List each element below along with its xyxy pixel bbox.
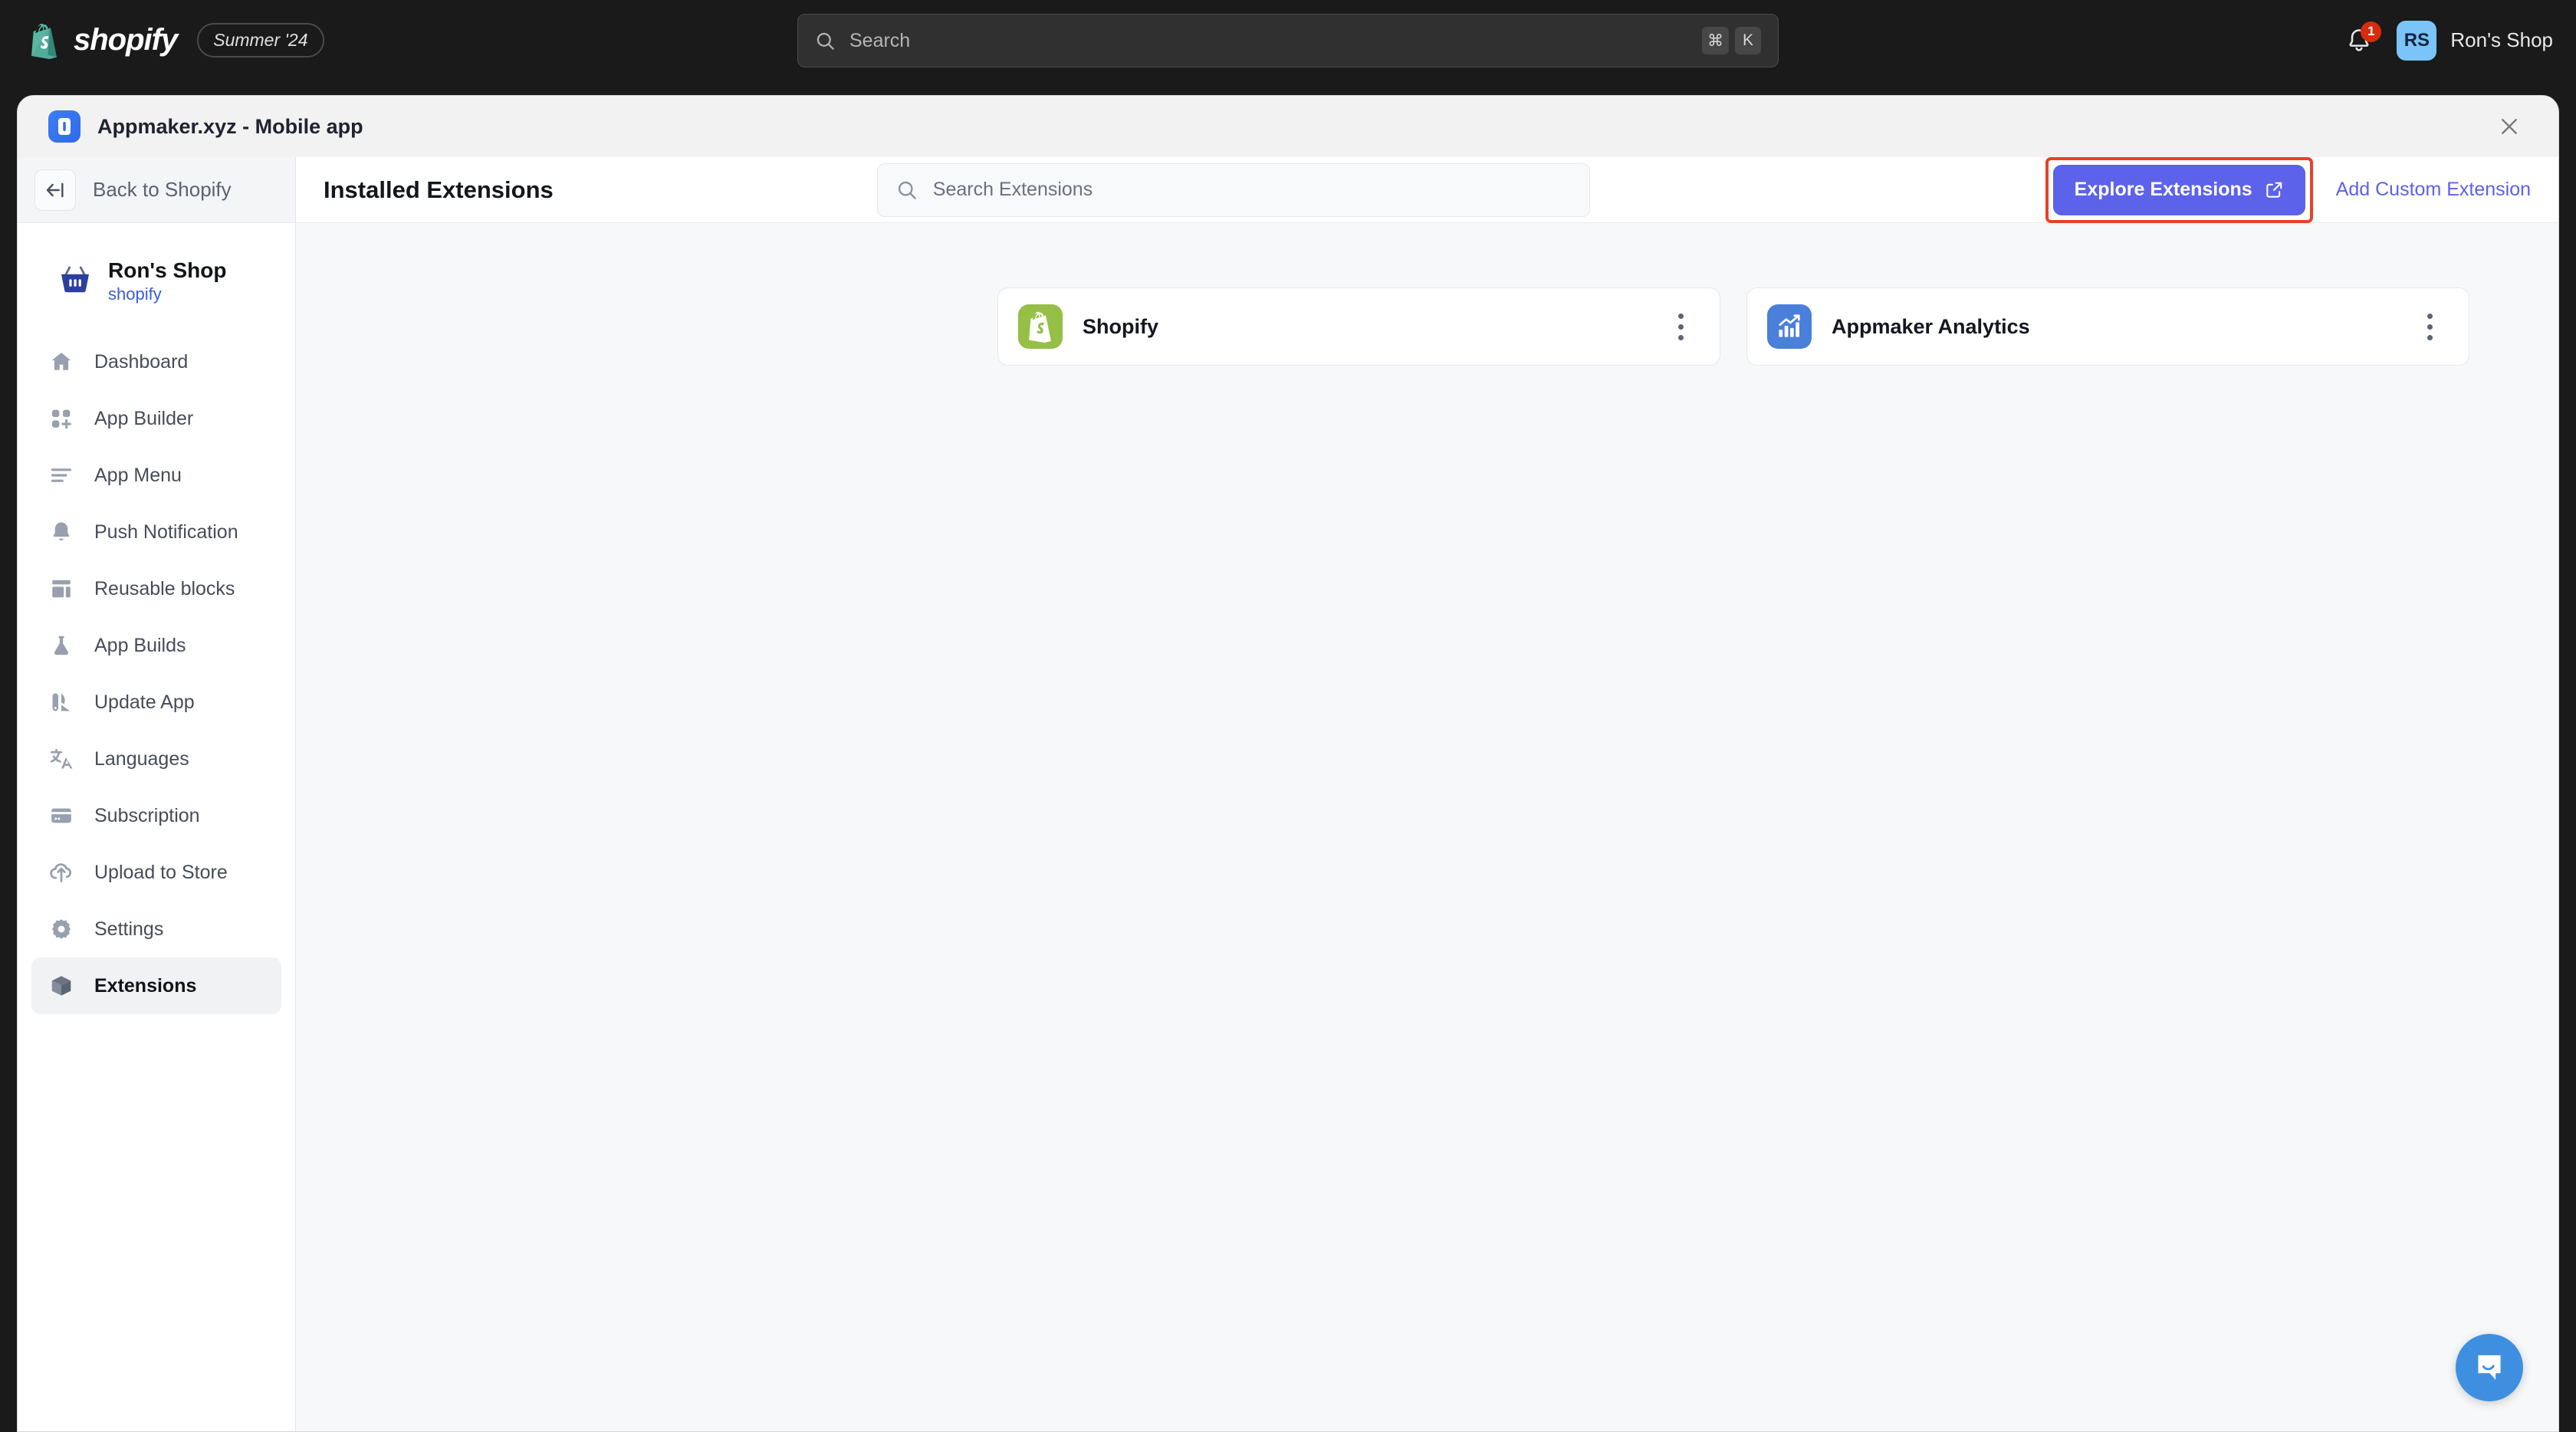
bell-icon [48, 519, 74, 545]
page-title: Installed Extensions [324, 176, 554, 203]
header-actions: Explore Extensions Add Custom Extension [2045, 156, 2531, 223]
extension-card[interactable]: Appmaker Analytics [1746, 287, 2469, 366]
gear-icon [48, 916, 74, 942]
shopify-wordmark: shopify [74, 23, 178, 57]
sidebar-item-label: App Builder [94, 407, 194, 429]
close-icon[interactable] [2494, 111, 2525, 142]
notifications-button[interactable]: 1 [2341, 21, 2382, 58]
grid-plus-icon [48, 406, 74, 432]
sidebar-item-label: App Menu [94, 464, 182, 486]
layout-blocks-icon [48, 576, 74, 602]
sidebar-item-label: Subscription [94, 804, 200, 826]
brand-area: shopify Summer '24 [28, 22, 324, 59]
content-header: Installed Extensions Search Extensions E… [296, 156, 2558, 223]
avatar: RS [2397, 20, 2437, 61]
update-app-icon [48, 689, 74, 715]
more-vertical-icon[interactable] [2417, 311, 2443, 342]
search-shortcut-keys: ⌘ K [1702, 27, 1761, 54]
store-header: Ron's Shop shopify [18, 223, 295, 329]
global-search-placeholder: Search [849, 29, 911, 51]
sidebar-item-upload-to-store[interactable]: Upload to Store [31, 844, 281, 901]
flask-icon [48, 632, 74, 659]
shopify-topbar: shopify Summer '24 Search ⌘ K 1 RS Ron's… [0, 0, 2576, 80]
sidebar-item-languages[interactable]: Languages [31, 731, 281, 787]
menu-lines-icon [48, 462, 74, 488]
app-modal-title: Appmaker.xyz - Mobile app [97, 114, 363, 138]
sidebar-item-dashboard[interactable]: Dashboard [31, 333, 281, 390]
store-platform-link[interactable]: shopify [108, 284, 226, 304]
cube-icon [48, 973, 74, 999]
translate-icon [48, 746, 74, 772]
shopping-basket-icon [58, 262, 93, 301]
home-icon [48, 349, 74, 375]
credit-card-icon [48, 803, 74, 829]
extension-name: Shopify [1083, 314, 1158, 338]
extension-card[interactable]: Shopify [997, 287, 1720, 366]
sidebar-item-label: Settings [94, 918, 164, 940]
sidebar-item-label: Extensions [94, 974, 197, 997]
sidebar-item-extensions[interactable]: Extensions [31, 957, 281, 1014]
sidebar-item-label: Push Notification [94, 521, 238, 543]
sidebar-item-label: Languages [94, 747, 189, 770]
chat-launcher-button[interactable] [2456, 1334, 2523, 1401]
shopify-logo[interactable]: shopify [28, 22, 178, 59]
extensions-list: Shopify Appmaker Analytics [296, 223, 2558, 366]
global-search-input[interactable]: Search ⌘ K [797, 14, 1779, 67]
arrow-left-to-bar-icon[interactable] [34, 169, 76, 211]
sidebar-item-app-menu[interactable]: App Menu [31, 447, 281, 504]
season-badge: Summer '24 [197, 23, 324, 57]
user-menu-button[interactable]: RS Ron's Shop [2397, 20, 2553, 61]
store-name: Ron's Shop [108, 258, 227, 282]
sidebar-item-app-builds[interactable]: App Builds [31, 617, 281, 674]
appmaker-app-icon [48, 110, 80, 143]
search-extensions-placeholder: Search Extensions [932, 179, 1093, 200]
search-icon [898, 181, 916, 199]
search-icon [816, 32, 834, 50]
explore-extensions-button[interactable]: Explore Extensions [2052, 164, 2305, 215]
sidebar-item-settings[interactable]: Settings [31, 901, 281, 957]
bar-chart-icon [1767, 304, 1812, 349]
app-modal-body: Back to Shopify Ron's Shop shopify Dashb… [18, 156, 2558, 1431]
back-to-shopify-row[interactable]: Back to Shopify [18, 157, 295, 223]
cloud-upload-icon [48, 859, 74, 885]
sidebar-item-push-notification[interactable]: Push Notification [31, 504, 281, 560]
sidebar-item-label: App Builds [94, 634, 186, 656]
sidebar: Back to Shopify Ron's Shop shopify Dashb… [18, 157, 296, 1431]
app-modal-header: Appmaker.xyz - Mobile app [18, 96, 2558, 157]
external-link-icon [2266, 182, 2282, 198]
sidebar-item-app-builder[interactable]: App Builder [31, 390, 281, 447]
explore-extensions-highlight: Explore Extensions [2045, 156, 2313, 223]
chat-bubble-icon [2478, 1355, 2501, 1380]
explore-extensions-label: Explore Extensions [2074, 179, 2252, 200]
sidebar-item-reusable-blocks[interactable]: Reusable blocks [31, 560, 281, 617]
sidebar-item-label: Update App [94, 691, 195, 713]
sidebar-item-label: Upload to Store [94, 861, 228, 883]
extension-name: Appmaker Analytics [1832, 314, 2030, 338]
topbar-right: 1 RS Ron's Shop [2341, 0, 2553, 80]
sidebar-item-subscription[interactable]: Subscription [31, 787, 281, 844]
app-modal: Appmaker.xyz - Mobile app Back to Shopif… [17, 95, 2559, 1432]
sidebar-item-label: Dashboard [94, 350, 189, 373]
user-name-label: Ron's Shop [2450, 28, 2553, 51]
shopify-bag-icon [31, 23, 57, 59]
search-extensions-input[interactable]: Search Extensions [876, 163, 1590, 217]
back-to-shopify-label: Back to Shopify [93, 178, 232, 201]
shopify-bag-icon [1018, 304, 1063, 349]
add-custom-extension-link[interactable]: Add Custom Extension [2336, 179, 2531, 201]
kbd-k: K [1735, 27, 1761, 54]
notification-count-badge: 1 [2361, 21, 2382, 42]
sidebar-nav: Dashboard App Builder App Menu Push Noti… [18, 329, 295, 1014]
sidebar-item-label: Reusable blocks [94, 577, 235, 599]
extensions-content: Installed Extensions Search Extensions E… [296, 156, 2558, 1431]
more-vertical-icon[interactable] [1668, 311, 1694, 342]
kbd-command: ⌘ [1702, 27, 1729, 54]
sidebar-item-update-app[interactable]: Update App [31, 674, 281, 731]
